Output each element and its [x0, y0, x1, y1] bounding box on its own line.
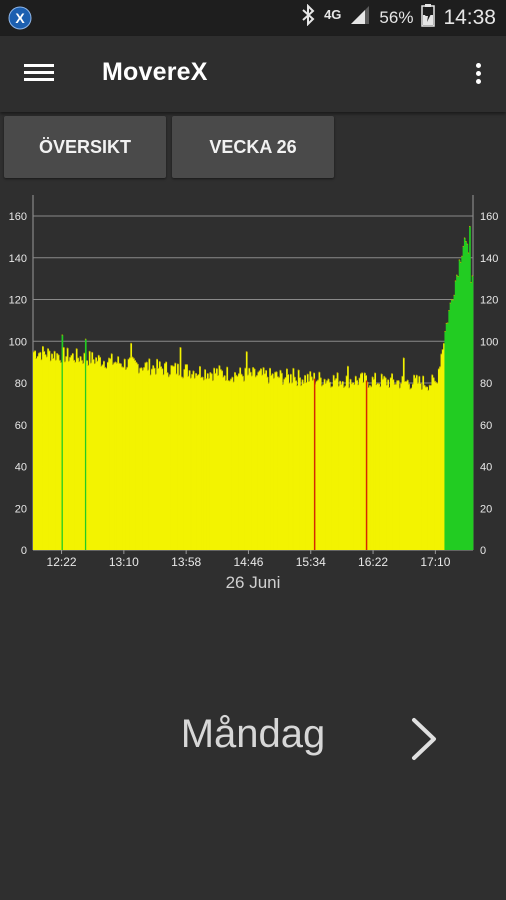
y-tick-label-left: 40: [15, 462, 27, 474]
y-tick-label-right: 100: [480, 336, 498, 348]
tab-label: VECKA 26: [209, 136, 297, 157]
battery-charging-icon: [421, 3, 436, 33]
x-tick-label: 13:10: [109, 555, 139, 569]
day-label: Måndag: [180, 712, 326, 756]
y-tick-label-left: 140: [9, 253, 27, 265]
data-bar: [471, 275, 474, 550]
x-tick-label: 12:22: [47, 555, 77, 569]
chart-svg: 0 0 20 20 40 40 60 60 80 80 100 100 120 120 140 140 160 1…: [9, 195, 498, 592]
y-tick-label-right: 40: [480, 462, 492, 474]
x-tick-label: 16:22: [358, 555, 388, 569]
y-tick-label-left: 80: [15, 378, 27, 390]
x-tick-label: 17:10: [420, 555, 450, 569]
tab-oversikt[interactable]: ÖVERSIKT: [4, 116, 166, 178]
x-tick-label: 13:58: [171, 555, 201, 569]
y-tick-label-left: 160: [9, 211, 27, 223]
day-navigation: Måndag: [0, 700, 506, 780]
tab-label: ÖVERSIKT: [38, 136, 131, 157]
more-vert-icon[interactable]: [472, 60, 484, 90]
y-tick-label-right: 140: [480, 253, 498, 265]
y-tick-label-right: 120: [480, 295, 498, 307]
x-tick-label: 15:34: [296, 555, 326, 569]
app-title: MovereX: [102, 58, 208, 86]
signal-icon: [349, 4, 371, 32]
y-tick-label-left: 0: [21, 545, 27, 557]
status-bar: X 4G 56% 14:38: [0, 0, 506, 36]
y-tick-label-right: 60: [480, 420, 492, 432]
hamburger-menu-icon[interactable]: [24, 60, 54, 88]
y-tick-label-right: 20: [480, 503, 492, 515]
chevron-right-icon[interactable]: [404, 714, 444, 764]
y-tick-label-left: 120: [9, 295, 27, 307]
x-axis-label: 26 Juni: [226, 573, 281, 592]
network-type: 4G: [324, 6, 342, 22]
svg-text:X: X: [15, 10, 25, 26]
x-app-icon: X: [8, 6, 32, 35]
y-tick-label-left: 100: [9, 336, 27, 348]
x-tick-label: 14:46: [233, 555, 263, 569]
activity-chart: 0 0 20 20 40 40 60 60 80 80 100 100 120 120 140 140 160 1…: [0, 190, 506, 600]
y-tick-label-left: 60: [15, 420, 27, 432]
y-tick-label-right: 160: [480, 211, 498, 223]
tab-vecka-26[interactable]: VECKA 26: [172, 116, 334, 178]
battery-percent: 56%: [379, 8, 414, 27]
y-tick-label-left: 20: [15, 503, 27, 515]
status-time: 14:38: [443, 6, 496, 29]
app-bar: MovereX: [0, 36, 506, 112]
y-tick-label-right: 80: [480, 378, 492, 390]
bluetooth-icon: [300, 3, 316, 32]
y-tick-label-right: 0: [480, 545, 486, 557]
